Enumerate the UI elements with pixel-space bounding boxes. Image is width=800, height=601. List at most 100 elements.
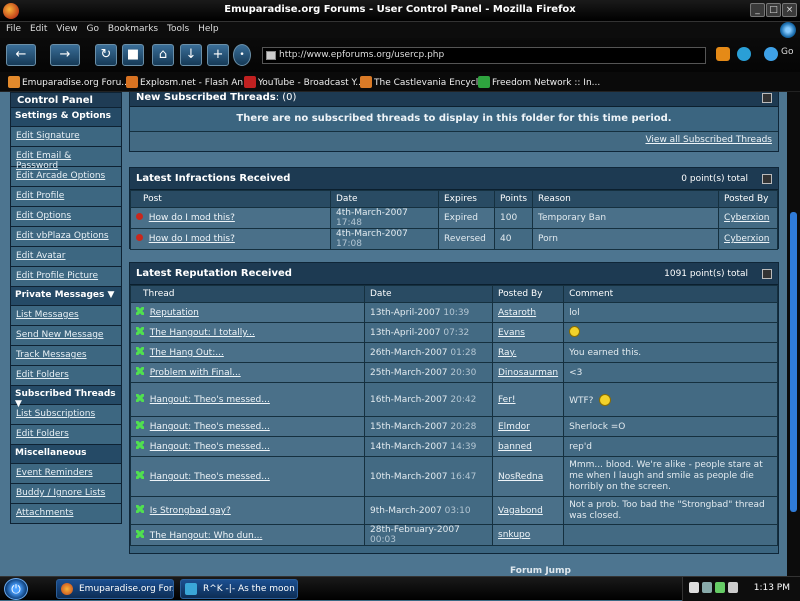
sidebar-header-private-messages[interactable]: Private Messages ▼ bbox=[10, 287, 122, 306]
menu-edit[interactable]: Edit bbox=[30, 24, 47, 34]
infraction-user-link[interactable]: Cyberxion bbox=[724, 213, 769, 223]
rep-user-link[interactable]: NosRedna bbox=[498, 472, 543, 482]
rep-thread-link[interactable]: Hangout: Theo's messed... bbox=[150, 442, 270, 452]
table-row: Hangout: Theo's messed... 10th-March-200… bbox=[130, 456, 778, 497]
go-label[interactable]: Go bbox=[781, 47, 793, 57]
collapse-icon[interactable] bbox=[762, 269, 772, 279]
col-points: Points bbox=[493, 190, 534, 208]
scrollbar-thumb[interactable] bbox=[790, 212, 797, 512]
sidebar-item-edit-folders-subs[interactable]: Edit Folders bbox=[10, 425, 122, 445]
subscribed-threads-header: New Subscribed Threads: (0) bbox=[130, 92, 778, 107]
menu-go[interactable]: Go bbox=[86, 24, 98, 34]
menu-help[interactable]: Help bbox=[198, 24, 219, 34]
rep-user-link[interactable]: Evans bbox=[498, 328, 525, 338]
minimize-button[interactable]: _ bbox=[750, 3, 765, 17]
downloads-button[interactable]: ↓ bbox=[180, 44, 202, 66]
menu-bar: File Edit View Go Bookmarks Tools Help bbox=[0, 22, 800, 38]
collapse-icon[interactable] bbox=[762, 93, 772, 103]
forward-button[interactable]: → bbox=[50, 44, 80, 66]
col-thread: Thread bbox=[130, 285, 365, 303]
rep-user-link[interactable]: Fer! bbox=[498, 395, 516, 405]
url-field[interactable]: http://www.epforums.org/usercp.php bbox=[262, 47, 706, 64]
reload-button[interactable]: ↻ bbox=[95, 44, 117, 66]
page-favicon-icon bbox=[266, 51, 276, 60]
sidebar-item-edit-folders-pm[interactable]: Edit Folders bbox=[10, 366, 122, 386]
start-button[interactable]: ⏻ bbox=[4, 578, 28, 600]
sidebar-item-edit-email[interactable]: Edit Email & Password bbox=[10, 147, 122, 171]
forum-jump-label: Forum Jump bbox=[510, 566, 571, 576]
sidebar-item-list-messages[interactable]: List Messages bbox=[10, 306, 122, 326]
close-button[interactable]: × bbox=[782, 3, 797, 17]
stop-button[interactable]: ■ bbox=[122, 44, 144, 66]
rep-user-link[interactable]: snkupo bbox=[498, 530, 530, 540]
collapse-icon[interactable] bbox=[762, 174, 772, 184]
rep-thread-link[interactable]: The Hangout: I totally... bbox=[150, 328, 255, 338]
rep-user-link[interactable]: Ray. bbox=[498, 348, 516, 358]
new-tab-button[interactable]: + bbox=[207, 44, 229, 66]
tray-icon[interactable] bbox=[689, 582, 699, 593]
rep-thread-link[interactable]: The Hang Out:... bbox=[150, 348, 224, 358]
rep-user-link[interactable]: banned bbox=[498, 442, 532, 452]
chat-icon[interactable]: • bbox=[233, 44, 251, 66]
sidebar-item-edit-profile-picture[interactable]: Edit Profile Picture bbox=[10, 267, 122, 287]
sidebar-item-edit-vbplaza[interactable]: Edit vbPlaza Options bbox=[10, 227, 122, 247]
menu-view[interactable]: View bbox=[56, 24, 77, 34]
sidebar-item-edit-profile[interactable]: Edit Profile bbox=[10, 187, 122, 207]
tray-icon[interactable] bbox=[702, 582, 712, 593]
positive-rep-icon bbox=[136, 307, 144, 315]
infraction-user-link[interactable]: Cyberxion bbox=[724, 234, 769, 244]
table-row: The Hangout: Who dun... 28th-February-20… bbox=[130, 524, 778, 546]
rep-thread-link[interactable]: The Hangout: Who dun... bbox=[150, 531, 263, 541]
home-button[interactable]: ⌂ bbox=[152, 44, 174, 66]
back-button[interactable]: ← bbox=[6, 44, 36, 66]
window-title: Emuparadise.org Forums - User Control Pa… bbox=[224, 4, 576, 15]
sidebar-item-event-reminders[interactable]: Event Reminders bbox=[10, 464, 122, 484]
menu-file[interactable]: File bbox=[6, 24, 21, 34]
rep-user-link[interactable]: Dinosaurman bbox=[498, 368, 558, 378]
sidebar-item-list-subscriptions[interactable]: List Subscriptions bbox=[10, 405, 122, 425]
sidebar-item-edit-options[interactable]: Edit Options bbox=[10, 207, 122, 227]
rep-user-link[interactable]: Astaroth bbox=[498, 308, 536, 318]
infraction-post-link[interactable]: How do I mod this? bbox=[149, 213, 235, 223]
volume-icon[interactable] bbox=[728, 582, 738, 593]
bookmark-item[interactable]: Emuparadise.org Foru... bbox=[8, 76, 130, 88]
go-icon[interactable] bbox=[764, 47, 778, 61]
sidebar-header-subscribed-threads[interactable]: Subscribed Threads ▼ bbox=[10, 386, 122, 409]
table-row: Reputation 13th-April-2007 10:39 Astarot… bbox=[130, 302, 778, 323]
rep-user-link[interactable]: Elmdor bbox=[498, 422, 530, 432]
sidebar-item-buddy-ignore[interactable]: Buddy / Ignore Lists bbox=[10, 484, 122, 504]
rep-thread-link[interactable]: Hangout: Theo's messed... bbox=[150, 395, 270, 405]
tray-icon[interactable] bbox=[715, 582, 725, 593]
menu-tools[interactable]: Tools bbox=[167, 24, 189, 34]
rep-thread-link[interactable]: Problem with Final... bbox=[150, 368, 241, 378]
bookmark-item[interactable]: Freedom Network :: In... bbox=[478, 76, 600, 88]
infractions-table: Post Date Expires Points Reason Posted B… bbox=[130, 190, 778, 250]
sidebar-item-edit-avatar[interactable]: Edit Avatar bbox=[10, 247, 122, 267]
sidebar-item-edit-signature[interactable]: Edit Signature bbox=[10, 127, 122, 147]
table-row: How do I mod this? 4th-March-2007 17:08 … bbox=[130, 228, 778, 250]
sidebar-item-send-message[interactable]: Send New Message bbox=[10, 326, 122, 346]
web-icon[interactable] bbox=[737, 47, 751, 61]
rep-user-link[interactable]: Vagabond bbox=[498, 506, 543, 516]
rep-thread-link[interactable]: Hangout: Theo's messed... bbox=[150, 422, 270, 432]
rss-icon[interactable] bbox=[716, 47, 730, 61]
positive-rep-icon bbox=[136, 394, 144, 402]
sidebar-item-track-messages[interactable]: Track Messages bbox=[10, 346, 122, 366]
bookmark-item[interactable]: YouTube - Broadcast Y... bbox=[244, 76, 364, 88]
bookmark-item[interactable]: Explosm.net - Flash An... bbox=[126, 76, 252, 88]
task-messenger[interactable]: R^K -|- As the moon ... bbox=[180, 579, 298, 599]
taskbar: ⏻ Emuparadise.org For... R^K -|- As the … bbox=[0, 576, 800, 601]
menu-bookmarks[interactable]: Bookmarks bbox=[108, 24, 158, 34]
infraction-post-link[interactable]: How do I mod this? bbox=[149, 234, 235, 244]
rep-thread-link[interactable]: Hangout: Theo's messed... bbox=[150, 472, 270, 482]
firefox-icon bbox=[61, 583, 73, 595]
collapse-arrow-icon: ▼ bbox=[107, 290, 115, 300]
task-firefox[interactable]: Emuparadise.org For... bbox=[56, 579, 174, 599]
page-scrollbar[interactable] bbox=[787, 92, 800, 576]
sidebar-item-attachments[interactable]: Attachments bbox=[10, 504, 122, 524]
view-all-subscribed-link[interactable]: View all Subscribed Threads bbox=[645, 135, 772, 145]
bookmark-item[interactable]: The Castlevania Encycl... bbox=[360, 76, 487, 88]
rep-thread-link[interactable]: Reputation bbox=[150, 308, 199, 318]
maximize-button[interactable]: □ bbox=[766, 3, 781, 17]
rep-thread-link[interactable]: Is Strongbad gay? bbox=[150, 506, 231, 516]
